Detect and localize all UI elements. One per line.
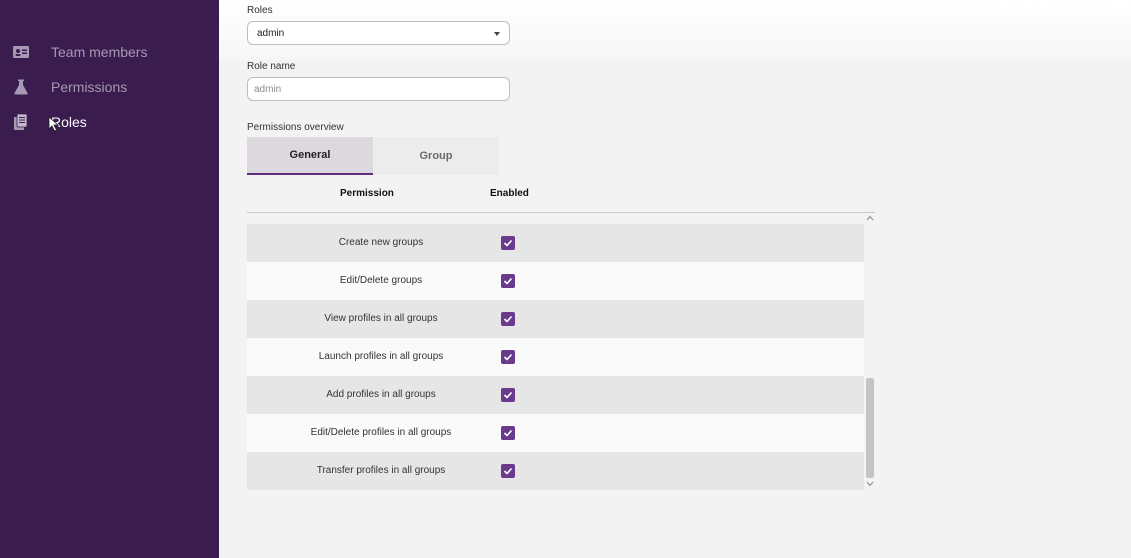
permission-name: Edit/Delete groups <box>339 275 423 286</box>
check-icon <box>503 315 513 323</box>
id-card-icon <box>13 46 29 58</box>
documents-icon <box>14 113 28 130</box>
enabled-checkbox[interactable] <box>501 236 515 250</box>
check-icon <box>503 467 513 475</box>
permission-name: Edit/Delete profiles in all groups <box>310 427 452 438</box>
check-icon <box>503 391 513 399</box>
permission-name: View profiles in all groups <box>324 313 438 324</box>
table-row: Edit/Delete profiles in all groups <box>247 414 864 452</box>
check-icon <box>503 277 513 285</box>
table-row: Add profiles in all groups <box>247 376 864 414</box>
permission-name: Add profiles in all groups <box>326 389 436 400</box>
role-name-input[interactable] <box>247 77 510 101</box>
overlay-share: Подел <box>1097 0 1131 10</box>
overlay-watch-later: Смотреть ... <box>985 0 1063 10</box>
permission-name: Transfer profiles in all groups <box>316 465 446 476</box>
chevron-up-icon[interactable] <box>866 214 874 222</box>
table-row: Launch profiles in all groups <box>247 338 864 376</box>
permission-name: Launch profiles in all groups <box>318 351 444 362</box>
sidebar-item-team-members[interactable]: Team members <box>0 37 219 67</box>
permissions-table: Create new groups Edit/Delete groups Vie… <box>247 224 864 490</box>
check-icon <box>503 353 513 361</box>
column-header-permission: Permission <box>340 188 394 199</box>
table-row: Transfer profiles in all groups <box>247 452 864 490</box>
enabled-checkbox[interactable] <box>501 426 515 440</box>
scrollbar-thumb[interactable] <box>866 378 874 478</box>
flask-icon <box>14 79 28 95</box>
permissions-overview-label: Permissions overview <box>247 122 344 133</box>
sidebar-item-permissions[interactable]: Permissions <box>0 72 219 102</box>
table-row: Create new groups <box>247 224 864 262</box>
permissions-tabs: General Group <box>247 137 499 175</box>
mouse-cursor-icon <box>48 116 60 132</box>
table-divider <box>247 212 875 213</box>
column-header-enabled: Enabled <box>490 188 529 199</box>
sidebar-item-label: Team members <box>51 44 148 60</box>
table-row: Edit/Delete groups <box>247 262 864 300</box>
roles-label: Roles <box>247 5 273 16</box>
sidebar: Team members Permissions Roles <box>0 0 219 558</box>
tab-group[interactable]: Group <box>373 137 499 175</box>
enabled-checkbox[interactable] <box>501 274 515 288</box>
check-icon <box>503 239 513 247</box>
enabled-checkbox[interactable] <box>501 350 515 364</box>
sidebar-item-label: Permissions <box>51 79 128 95</box>
caret-down-icon <box>494 32 500 36</box>
permission-name: Create new groups <box>338 237 424 248</box>
enabled-checkbox[interactable] <box>501 312 515 326</box>
enabled-checkbox[interactable] <box>501 388 515 402</box>
tab-general[interactable]: General <box>247 137 373 175</box>
enabled-checkbox[interactable] <box>501 464 515 478</box>
table-row: View profiles in all groups <box>247 300 864 338</box>
chevron-down-icon[interactable] <box>866 480 874 488</box>
sidebar-item-roles[interactable]: Roles <box>0 107 219 137</box>
roles-select[interactable]: admin <box>247 21 510 45</box>
role-name-label: Role name <box>247 61 296 72</box>
roles-select-value: admin <box>257 28 285 39</box>
check-icon <box>503 429 513 437</box>
